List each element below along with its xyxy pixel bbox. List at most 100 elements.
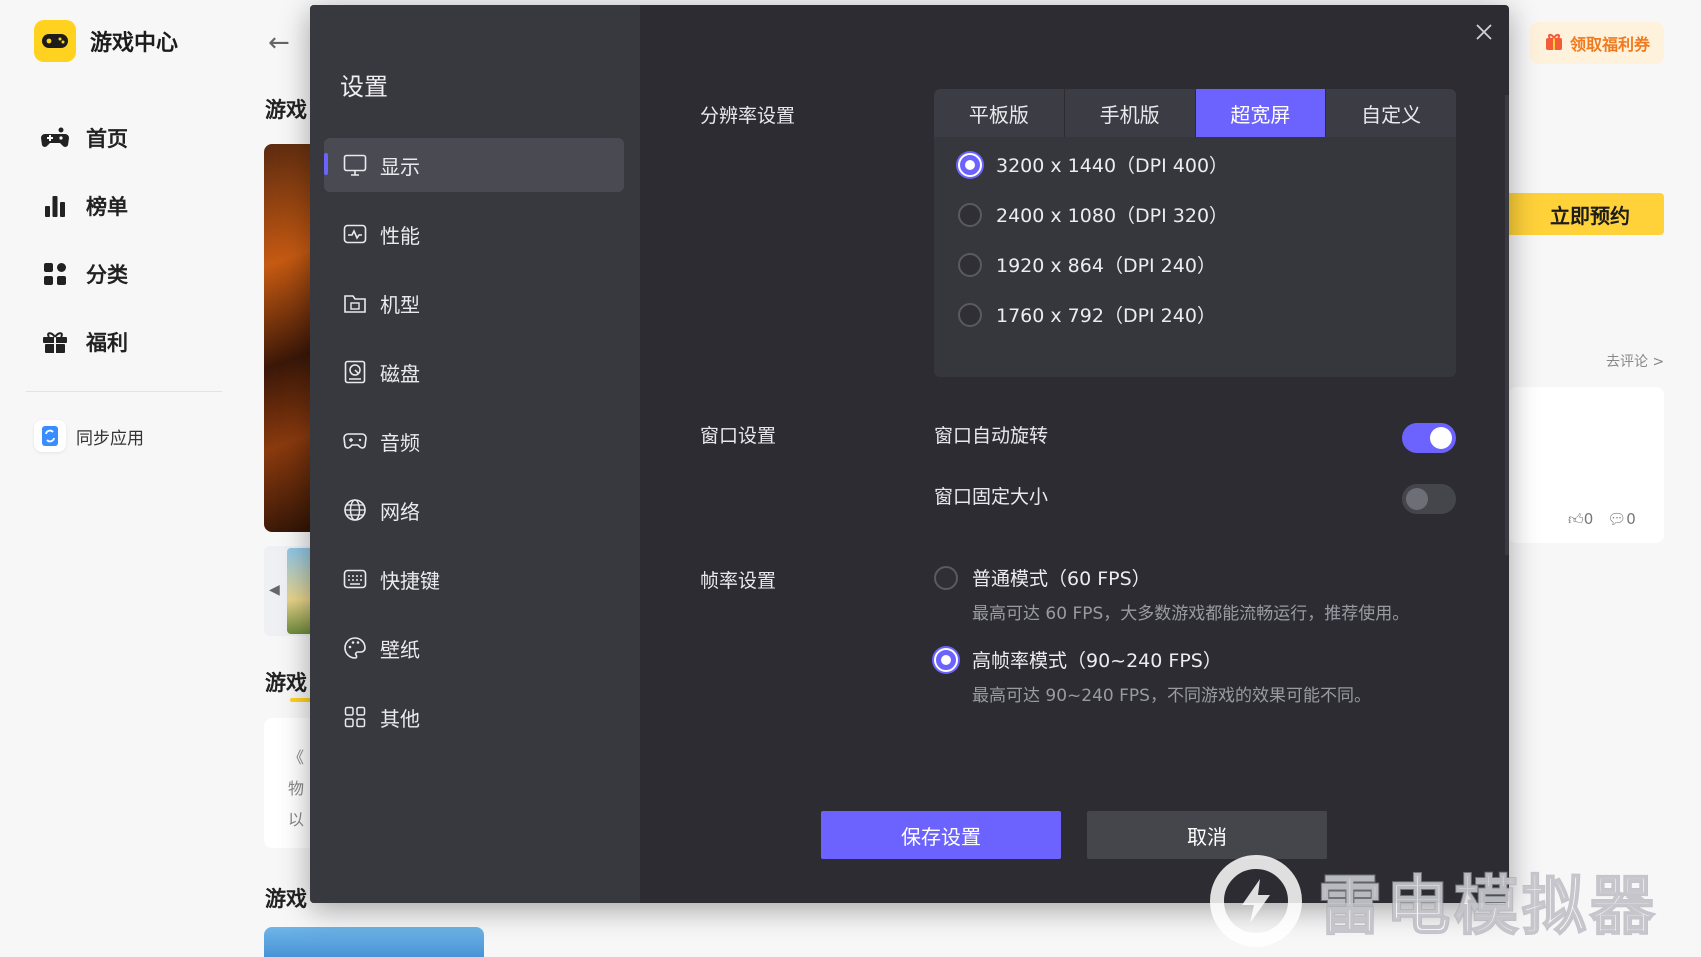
nav-item-home[interactable]: 首页 <box>40 104 128 172</box>
menu-item-display[interactable]: 显示 <box>324 138 624 192</box>
menu-item-audio[interactable]: 音频 <box>324 414 624 468</box>
globe-icon <box>342 497 368 523</box>
nav-label: 首页 <box>86 127 128 151</box>
radio-unselected[interactable] <box>934 565 958 590</box>
gamepad-icon <box>40 123 70 153</box>
tab-underline <box>290 698 312 702</box>
nav-label: 分类 <box>86 263 128 287</box>
coupon-label: 领取福利券 <box>1569 35 1650 54</box>
radio-selected[interactable] <box>934 647 958 672</box>
menu-item-performance[interactable]: 性能 <box>324 207 624 261</box>
menu-label: 其他 <box>380 706 420 731</box>
section-title: 游戏 <box>265 887 307 911</box>
gamepad-logo-icon <box>34 20 76 62</box>
tab-custom[interactable]: 自定义 <box>1326 89 1456 137</box>
menu-label: 机型 <box>380 292 420 317</box>
radio-unselected[interactable] <box>958 302 982 327</box>
resolution-options: 3200 x 1440（DPI 400） 2400 x 1080（DPI 320… <box>934 137 1456 377</box>
scrollbar[interactable] <box>1505 95 1509 555</box>
nav-item-welfare[interactable]: 福利 <box>40 308 128 376</box>
fixed-size-label: 窗口固定大小 <box>934 486 1049 508</box>
reply-count-value: 0 <box>1626 510 1636 528</box>
gift-icon <box>40 327 70 357</box>
framerate-label: 帧率设置 <box>700 570 777 592</box>
radio-selected[interactable] <box>958 152 982 177</box>
comment-bubble-icon: 💬︎ <box>1607 510 1627 528</box>
app-title: 游戏中心 <box>90 31 179 56</box>
grid-icon <box>342 704 368 730</box>
fps-high-desc: 最高可达 90~240 FPS，不同游戏的效果可能不同。 <box>972 686 1371 706</box>
window-label: 窗口设置 <box>700 425 777 447</box>
menu-label: 网络 <box>380 499 420 524</box>
reply-count[interactable]: 💬︎0 <box>1607 510 1636 529</box>
toggle-knob <box>1430 427 1452 449</box>
fps-high-row[interactable]: 高帧率模式（90~240 FPS） <box>934 646 1371 673</box>
resolution-label: 分辨率设置 <box>700 105 796 127</box>
save-button[interactable]: 保存设置 <box>821 811 1061 859</box>
menu-item-shortcuts[interactable]: 快捷键 <box>324 552 624 606</box>
palette-icon <box>342 635 368 661</box>
menu-label: 快捷键 <box>380 568 440 593</box>
tab-phone[interactable]: 手机版 <box>1065 89 1196 137</box>
cancel-button[interactable]: 取消 <box>1087 811 1327 859</box>
app-sidebar: 游戏中心 首页 榜单 分类 福利 同步应用 <box>0 0 240 957</box>
close-button[interactable] <box>1467 15 1501 49</box>
resolution-tabs: 平板版 手机版 超宽屏 自定义 <box>934 89 1456 137</box>
resolution-option[interactable]: 2400 x 1080（DPI 320） <box>958 201 1228 228</box>
like-count[interactable]: 👍︎0 <box>1568 510 1593 529</box>
menu-item-device-model[interactable]: 机型 <box>324 276 624 330</box>
settings-sidebar: 设置 显示 性能 机型 磁盘 音频 网络 快捷键 壁纸 其他 <box>310 5 640 903</box>
resolution-option[interactable]: 1760 x 792（DPI 240） <box>958 301 1216 328</box>
coupon-button[interactable]: 领取福利券 <box>1530 22 1664 64</box>
settings-menu: 显示 性能 机型 磁盘 音频 网络 快捷键 壁纸 其他 <box>324 138 624 759</box>
thumbs-up-icon: 👍︎ <box>1568 510 1584 528</box>
audio-icon <box>342 428 368 454</box>
back-arrow-icon[interactable]: ← <box>268 28 290 58</box>
fps-normal-title: 普通模式（60 FPS） <box>972 568 1151 590</box>
tab-ultrawide[interactable]: 超宽屏 <box>1195 89 1327 137</box>
close-icon <box>1476 24 1492 40</box>
radio-unselected[interactable] <box>958 202 982 227</box>
sync-app-button[interactable]: 同步应用 <box>34 420 144 452</box>
keyboard-icon <box>342 566 368 592</box>
sync-label: 同步应用 <box>76 428 144 449</box>
fixed-size-toggle[interactable] <box>1402 484 1456 514</box>
menu-item-network[interactable]: 网络 <box>324 483 624 537</box>
fps-option-normal[interactable]: 普通模式（60 FPS） 最高可达 60 FPS，大多数游戏都能流畅运行，推荐使… <box>934 564 1409 624</box>
nav-item-ranking[interactable]: 榜单 <box>40 172 128 240</box>
resolution-option-text: 1920 x 864（DPI 240） <box>996 255 1216 277</box>
menu-item-wallpaper[interactable]: 壁纸 <box>324 621 624 675</box>
toggle-knob <box>1406 488 1428 510</box>
fps-high-title: 高帧率模式（90~240 FPS） <box>972 650 1222 672</box>
main-nav: 首页 榜单 分类 福利 <box>40 104 128 376</box>
resolution-option-text: 2400 x 1080（DPI 320） <box>996 205 1229 227</box>
fps-normal-row[interactable]: 普通模式（60 FPS） <box>934 564 1409 591</box>
menu-item-disk[interactable]: 磁盘 <box>324 345 624 399</box>
reserve-button[interactable]: 立即预约 <box>1508 193 1664 235</box>
monitor-icon <box>342 152 368 178</box>
device-model-icon <box>342 290 368 316</box>
menu-label: 磁盘 <box>380 361 420 386</box>
radio-unselected[interactable] <box>958 252 982 277</box>
settings-dialog: 设置 显示 性能 机型 磁盘 音频 网络 快捷键 壁纸 其他 分辨率设置 平板版… <box>310 5 1509 903</box>
category-icon <box>40 259 70 289</box>
menu-label: 音频 <box>380 430 420 455</box>
section-title: 游戏 <box>265 671 307 695</box>
resolution-option[interactable]: 1920 x 864（DPI 240） <box>958 251 1216 278</box>
fps-option-high[interactable]: 高帧率模式（90~240 FPS） 最高可达 90~240 FPS，不同游戏的效… <box>934 646 1371 706</box>
app-logo[interactable]: 游戏中心 <box>34 20 178 62</box>
auto-rotate-toggle[interactable] <box>1402 423 1456 453</box>
tab-tablet[interactable]: 平板版 <box>934 89 1065 137</box>
chevron-left-icon[interactable]: ◀ <box>269 582 280 598</box>
guide-banner-image[interactable] <box>264 927 484 957</box>
comment-link[interactable]: 去评论 > <box>1606 351 1664 371</box>
resolution-option[interactable]: 3200 x 1440（DPI 400） <box>958 151 1228 178</box>
gift-box-icon <box>1544 31 1564 55</box>
sync-icon <box>34 420 66 452</box>
dialog-title: 设置 <box>340 73 388 101</box>
nav-item-category[interactable]: 分类 <box>40 240 128 308</box>
section-title: 游戏 <box>265 98 307 122</box>
sidebar-divider <box>26 391 222 392</box>
comment-metrics: 👍︎0 💬︎0 <box>1568 510 1636 529</box>
menu-item-other[interactable]: 其他 <box>324 690 624 744</box>
